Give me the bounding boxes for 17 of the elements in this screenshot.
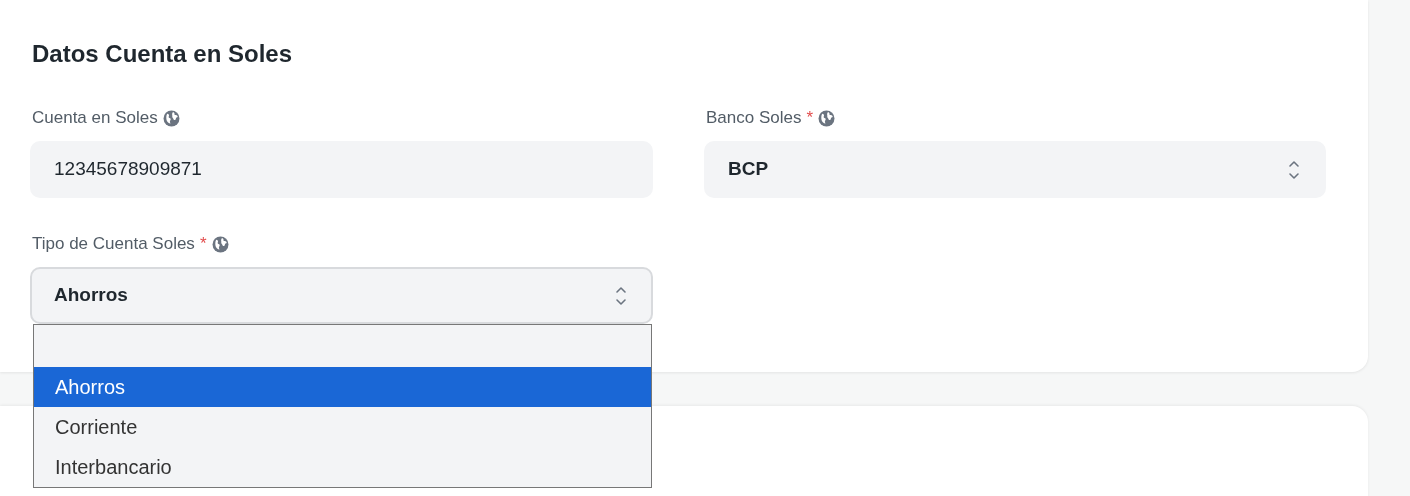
section-title: Datos Cuenta en Soles bbox=[32, 39, 294, 69]
globe-icon bbox=[818, 109, 836, 127]
select-field[interactable]: Ahorros bbox=[30, 267, 653, 324]
required-mark: * bbox=[806, 107, 814, 129]
dropdown-option[interactable]: Corriente bbox=[34, 407, 651, 447]
globe-icon bbox=[162, 109, 180, 127]
globe-icon bbox=[211, 235, 229, 253]
field-label: Cuenta en Soles bbox=[32, 107, 158, 129]
dropdown-option[interactable]: Ahorros bbox=[34, 367, 651, 407]
field-label: Banco Soles bbox=[706, 107, 802, 129]
chevron-icon bbox=[615, 284, 627, 307]
dropdown-option[interactable]: Interbancario bbox=[34, 447, 651, 487]
required-mark: * bbox=[199, 233, 207, 255]
select-field[interactable]: BCP bbox=[704, 141, 1326, 198]
chevron-icon bbox=[1288, 158, 1300, 181]
field-label: Tipo de Cuenta Soles bbox=[32, 233, 195, 255]
input-field[interactable]: 12345678909871 bbox=[30, 141, 653, 198]
